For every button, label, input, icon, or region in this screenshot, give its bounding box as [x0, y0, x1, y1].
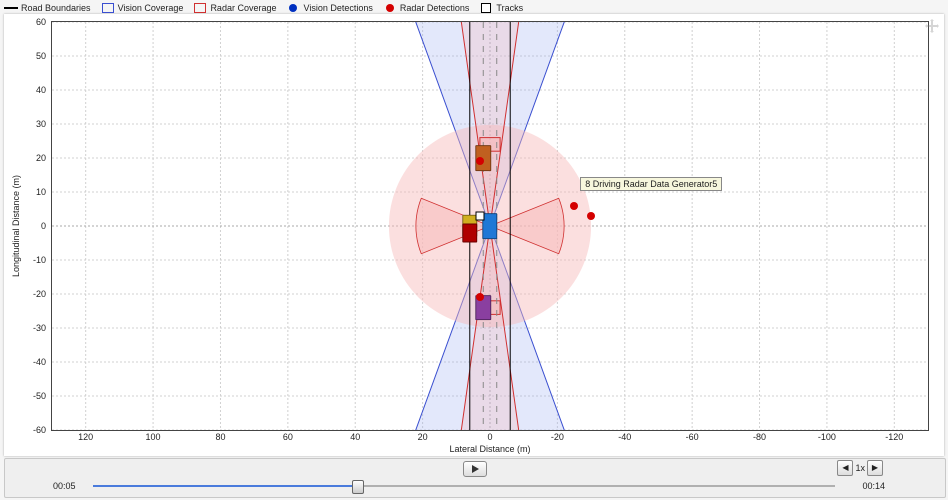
play-button[interactable] — [463, 461, 487, 477]
legend: Road Boundaries Vision Coverage Radar Cove… — [4, 2, 529, 14]
speed-down-button[interactable]: ◀ — [837, 460, 853, 476]
detection-point — [476, 157, 484, 165]
datatip: 8 Driving Radar Data Generator5 — [580, 177, 722, 191]
playback-bar: ◀ 1x ▶ 00:05 00:14 — [4, 458, 946, 498]
y-tick: 50 — [36, 51, 46, 61]
vehicle — [462, 223, 477, 242]
x-tick: 100 — [146, 432, 161, 442]
legend-item: Radar Detections — [383, 3, 470, 13]
y-axis-label: Longitudinal Distance (m) — [10, 22, 22, 430]
y-tick: -30 — [33, 323, 46, 333]
x-tick: -20 — [551, 432, 564, 442]
legend-item: Vision Coverage — [101, 3, 184, 13]
x-tick: 0 — [487, 432, 492, 442]
legend-item: Vision Detections — [286, 3, 372, 13]
pan-zoom-icon[interactable] — [924, 18, 940, 34]
vehicle — [482, 213, 497, 239]
x-axis-label: Lateral Distance (m) — [52, 444, 928, 454]
speed-up-button[interactable]: ▶ — [867, 460, 883, 476]
y-tick: -50 — [33, 391, 46, 401]
plot-area[interactable]: 8 Driving Radar Data Generator5 — [52, 22, 928, 430]
x-tick: -80 — [753, 432, 766, 442]
x-tick: 40 — [350, 432, 360, 442]
time-total: 00:14 — [862, 481, 885, 491]
x-tick: 80 — [215, 432, 225, 442]
y-tick: 20 — [36, 153, 46, 163]
x-ticks: 120 100 80 60 40 20 0 -20 -40 -60 -80 -100 -120 — [52, 432, 928, 442]
x-tick: 60 — [283, 432, 293, 442]
legend-item: Road Boundaries — [4, 3, 91, 13]
speed-control: ◀ 1x ▶ — [837, 461, 883, 475]
slider-thumb[interactable] — [352, 480, 364, 494]
x-tick: -100 — [818, 432, 836, 442]
progress-slider[interactable] — [93, 483, 835, 489]
y-ticks: -60-50-40-30-20-100102030405060 — [24, 22, 48, 430]
y-tick: 30 — [36, 119, 46, 129]
time-current: 00:05 — [53, 481, 76, 491]
y-tick: 0 — [41, 221, 46, 231]
y-tick: 10 — [36, 187, 46, 197]
x-tick: -60 — [686, 432, 699, 442]
y-tick: -10 — [33, 255, 46, 265]
y-tick: -40 — [33, 357, 46, 367]
y-tick: -20 — [33, 289, 46, 299]
detection-point — [587, 212, 595, 220]
x-tick: 120 — [78, 432, 93, 442]
y-tick: 40 — [36, 85, 46, 95]
y-tick: 60 — [36, 17, 46, 27]
plot-panel: 8 Driving Radar Data Generator5 12010080… — [4, 14, 944, 456]
legend-item: Radar Coverage — [193, 3, 276, 13]
x-tick: -40 — [618, 432, 631, 442]
detection-point — [570, 202, 578, 210]
speed-label: 1x — [855, 463, 865, 473]
detection-point — [476, 293, 484, 301]
x-tick: -120 — [885, 432, 903, 442]
x-tick: 20 — [418, 432, 428, 442]
legend-item: Tracks — [479, 3, 523, 13]
slider-fill — [93, 485, 358, 487]
track-marker — [475, 211, 484, 220]
y-tick: -60 — [33, 425, 46, 435]
